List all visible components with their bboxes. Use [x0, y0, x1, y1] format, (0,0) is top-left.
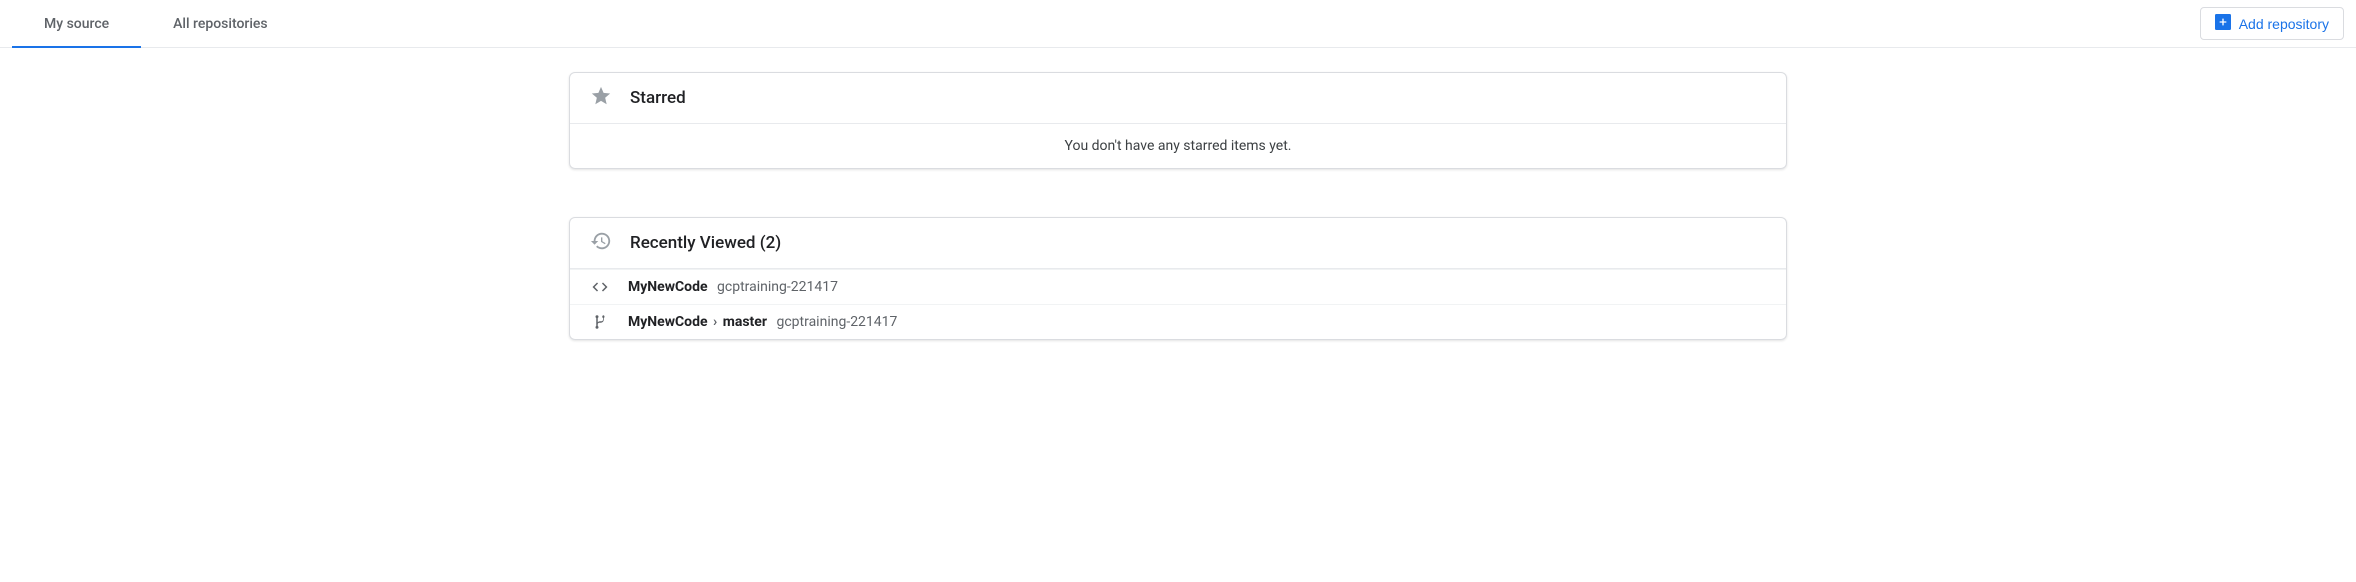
list-item[interactable]: MyNewCode › master gcptraining-221417	[570, 304, 1786, 339]
tab-label: All repositories	[173, 16, 267, 32]
branch-icon	[590, 313, 610, 331]
recently-viewed-title: Recently Viewed (2)	[630, 233, 781, 253]
add-icon	[2215, 14, 2231, 33]
repo-icon	[590, 278, 610, 296]
starred-header: Starred	[570, 73, 1786, 124]
item-project: gcptraining-221417	[717, 279, 838, 295]
add-repository-button[interactable]: Add repository	[2200, 7, 2344, 40]
tab-all-repositories[interactable]: All repositories	[141, 0, 299, 47]
item-project: gcptraining-221417	[776, 314, 897, 330]
history-icon	[590, 230, 612, 256]
topbar: My source All repositories Add repositor…	[0, 0, 2356, 48]
item-name: MyNewCode › master	[628, 314, 770, 330]
starred-card: Starred You don't have any starred items…	[569, 72, 1787, 169]
tab-label: My source	[44, 16, 109, 32]
star-icon	[590, 85, 612, 111]
tabs: My source All repositories	[12, 0, 300, 47]
recently-viewed-card: Recently Viewed (2) MyNewCode gcptrainin…	[569, 217, 1787, 340]
item-name: MyNewCode	[628, 279, 708, 295]
content: Starred You don't have any starred items…	[553, 72, 1803, 340]
starred-title: Starred	[630, 88, 686, 108]
starred-empty-text: You don't have any starred items yet.	[570, 124, 1786, 168]
tab-my-source[interactable]: My source	[12, 0, 141, 47]
add-repository-label: Add repository	[2239, 16, 2329, 32]
list-item[interactable]: MyNewCode gcptraining-221417	[570, 269, 1786, 304]
recently-viewed-header: Recently Viewed (2)	[570, 218, 1786, 269]
